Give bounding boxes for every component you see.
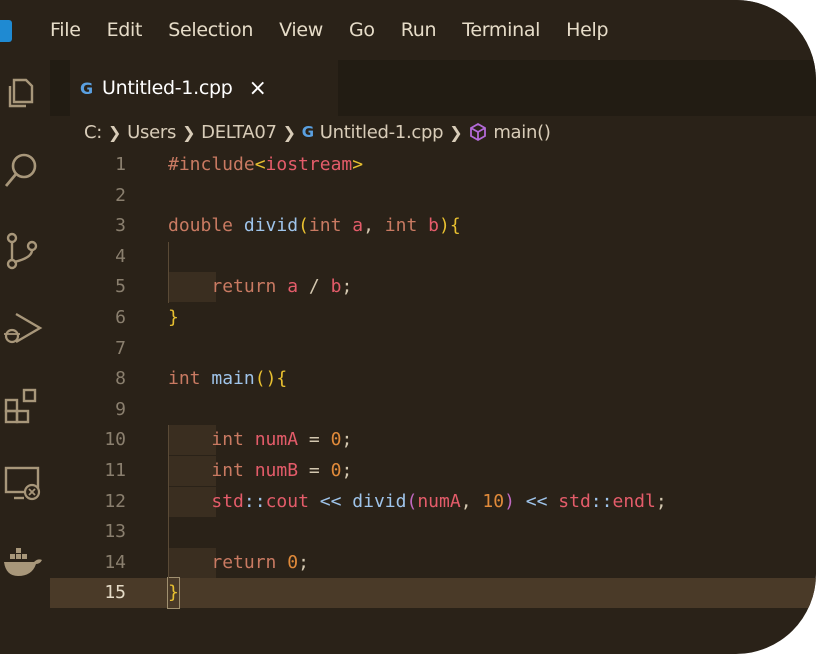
breadcrumb: C: ❯ Users ❯ DELTA07 ❯ G Untitled-1.cpp … <box>84 118 551 146</box>
chevron-right-icon: ❯ <box>108 122 122 142</box>
close-icon[interactable]: × <box>249 76 267 101</box>
code-line[interactable]: 7 <box>50 334 816 364</box>
code-line[interactable]: 14 return 0; <box>50 547 816 578</box>
line-number: 1 <box>115 154 126 175</box>
menu-items: File Edit Selection View Go Run Terminal Help <box>50 19 634 41</box>
code-line[interactable]: 8 int main(){ <box>50 364 816 394</box>
line-number: 14 <box>104 551 126 573</box>
code-line[interactable]: 12 std::cout << divid(numA, 10) << std::… <box>50 486 816 517</box>
explorer-icon[interactable] <box>0 68 50 118</box>
code-line[interactable]: 5 return a / b; <box>50 272 816 303</box>
menu-go[interactable]: Go <box>349 19 375 41</box>
tab-bar: G Untitled-1.cpp × <box>50 60 816 116</box>
breadcrumb-file[interactable]: Untitled-1.cpp <box>320 122 444 143</box>
breadcrumb-drive[interactable]: C: <box>84 122 102 143</box>
line-number: 13 <box>104 521 126 543</box>
code-text: #include<iostream> <box>168 154 364 175</box>
activity-bar <box>0 60 50 654</box>
line-number: 15 <box>104 582 126 604</box>
code-text: std::cout << divid(numA, 10) << std::end… <box>211 490 667 512</box>
line-number: 2 <box>115 184 126 206</box>
menu-file[interactable]: File <box>50 19 81 41</box>
line-number: 5 <box>115 276 126 298</box>
code-line[interactable]: 2 <box>50 181 816 211</box>
tab-untitled-1[interactable]: G Untitled-1.cpp × <box>70 60 338 116</box>
code-text: } <box>168 307 179 328</box>
line-number: 8 <box>115 368 126 390</box>
code-text: int numA = 0; <box>211 429 353 451</box>
code-line[interactable]: 13 <box>50 517 816 547</box>
tab-label: Untitled-1.cpp <box>102 77 233 99</box>
run-debug-icon[interactable] <box>0 302 50 352</box>
menu-terminal[interactable]: Terminal <box>462 19 540 41</box>
code-text: return 0; <box>211 551 309 573</box>
editor-window: File Edit Selection View Go Run Terminal Help G… <box>0 0 816 654</box>
menu-edit[interactable]: Edit <box>107 19 143 41</box>
code-text: double divid(int a, int b){ <box>168 215 461 237</box>
extensions-icon[interactable] <box>0 380 50 430</box>
line-number: 10 <box>104 429 126 451</box>
code-line[interactable]: 9 <box>50 395 816 425</box>
code-line[interactable]: 6} <box>50 303 816 333</box>
breadcrumb-users[interactable]: Users <box>127 122 176 143</box>
indent-guide <box>168 425 169 579</box>
line-number: 9 <box>115 398 126 420</box>
vscode-logo-icon[interactable] <box>0 20 12 42</box>
remote-explorer-icon[interactable] <box>0 458 50 508</box>
code-text: int main(){ <box>168 368 288 390</box>
menu-run[interactable]: Run <box>401 19 437 41</box>
code-text: return a / b; <box>211 276 353 298</box>
cpp-file-icon: G <box>80 78 94 98</box>
line-number: 7 <box>115 337 126 359</box>
chevron-right-icon: ❯ <box>182 122 196 142</box>
line-number: 4 <box>115 245 126 267</box>
code-line[interactable]: 11 int numB = 0; <box>50 456 816 486</box>
code-line[interactable]: 15} <box>50 577 816 610</box>
breadcrumb-symbol[interactable]: main() <box>493 122 551 143</box>
code-line[interactable]: 4 <box>50 242 816 272</box>
line-number: 6 <box>115 307 126 328</box>
line-number: 12 <box>104 490 126 512</box>
symbol-method-icon <box>468 122 488 142</box>
menu-bar: File Edit Selection View Go Run Terminal Help <box>0 0 816 60</box>
code-text: int numB = 0; <box>211 460 353 481</box>
cpp-file-icon: G <box>301 123 314 141</box>
chevron-right-icon: ❯ <box>282 122 296 142</box>
chevron-right-icon: ❯ <box>449 122 463 142</box>
breadcrumb-user[interactable]: DELTA07 <box>201 122 277 143</box>
line-number: 3 <box>115 215 126 237</box>
code-line[interactable]: 10 int numA = 0; <box>50 425 816 456</box>
code-line[interactable]: 1 #include<iostream> <box>50 150 816 180</box>
code-editor[interactable]: 1 #include<iostream> 2 3 double divid(int a,… <box>50 150 816 654</box>
menu-selection[interactable]: Selection <box>168 19 253 41</box>
indent-guide <box>168 241 169 303</box>
code-line[interactable]: 3 double divid(int a, int b){ <box>50 211 816 241</box>
code-text: } <box>167 577 180 610</box>
line-number: 11 <box>104 460 126 481</box>
docker-icon[interactable] <box>0 536 50 586</box>
menu-view[interactable]: View <box>279 19 323 41</box>
menu-help[interactable]: Help <box>566 19 608 41</box>
source-control-icon[interactable] <box>0 224 50 274</box>
search-icon[interactable] <box>0 146 50 196</box>
